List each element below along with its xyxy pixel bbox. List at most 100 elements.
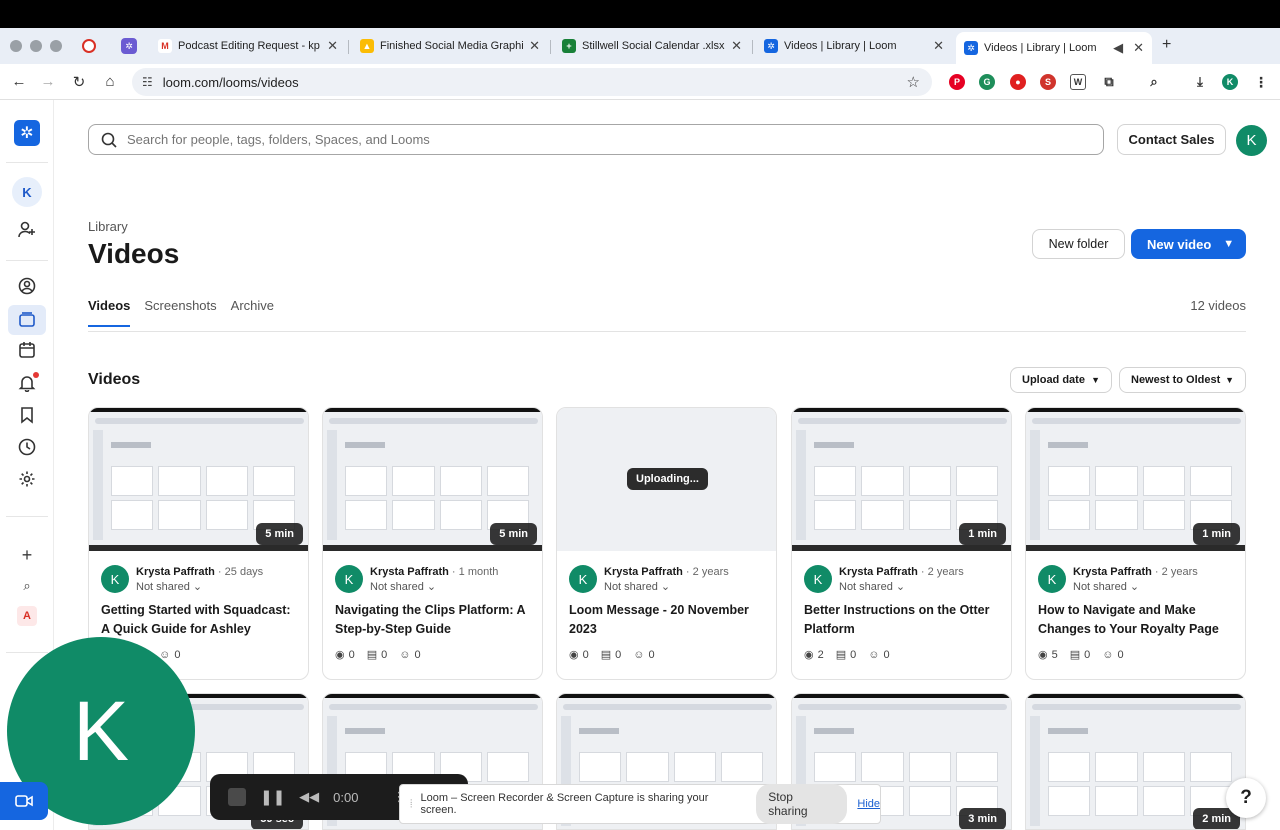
stop-sharing-button[interactable]: Stop sharing <box>756 784 848 824</box>
search-input[interactable] <box>127 132 1027 147</box>
sidebar-item-library[interactable] <box>8 305 46 335</box>
notifications-bell-icon[interactable] <box>15 371 39 395</box>
duration-badge: 1 min <box>1193 523 1240 545</box>
tab-search-icon[interactable]: ⌕ <box>1146 74 1162 90</box>
reload-icon[interactable]: ↻ <box>70 73 88 91</box>
share-status-dropdown[interactable]: Not shared ⌄ <box>604 580 670 593</box>
share-status-dropdown[interactable]: Not shared ⌄ <box>839 580 905 593</box>
comments-icon: ▤ <box>600 649 612 661</box>
settings-gear-icon[interactable] <box>15 467 39 491</box>
tab-loom-videos[interactable]: ✲ Videos | Library | Loom ✕ <box>756 32 952 60</box>
video-title[interactable]: Navigating the Clips Platform: A Step-by… <box>335 601 535 639</box>
camera-icon[interactable] <box>0 782 48 820</box>
page-title: Videos <box>88 238 180 269</box>
video-thumbnail[interactable]: 1 min <box>792 408 1011 551</box>
pause-icon[interactable]: ❚❚ <box>260 788 285 806</box>
video-card[interactable]: Uploading... K Krysta Paffrath · 2 years No… <box>556 407 777 680</box>
share-status-dropdown[interactable]: Not shared ⌄ <box>1073 580 1139 593</box>
browser-menu-icon[interactable]: ⋮ <box>1253 74 1269 90</box>
workspace-avatar[interactable]: K <box>12 177 42 207</box>
search-icon[interactable]: ⌕ <box>15 574 39 598</box>
word-extension-icon[interactable]: W <box>1070 74 1086 90</box>
tab-videos[interactable]: Videos <box>88 298 131 327</box>
tab-screenshots[interactable]: Screenshots <box>144 298 216 327</box>
tab-podcast-editing[interactable]: M Podcast Editing Request - kp ✕ <box>150 32 346 60</box>
close-icon[interactable]: ✕ <box>529 38 540 54</box>
forward-icon[interactable]: → <box>39 73 57 90</box>
video-card[interactable]: 2 min <box>1025 693 1246 830</box>
calendar-icon[interactable] <box>15 338 39 362</box>
video-card[interactable]: 5 min K Krysta Paffrath · 1 month Not share… <box>322 407 543 680</box>
video-title[interactable]: Better Instructions on the Otter Platfor… <box>804 601 1004 639</box>
video-stats: ◉ 2 ▤ 0 ☺ 0 <box>804 648 890 662</box>
stop-recording-button[interactable] <box>228 788 246 806</box>
breadcrumb[interactable]: Library <box>88 219 128 234</box>
loom-logo-icon[interactable]: ✲ <box>14 120 40 146</box>
tab-archive[interactable]: Archive <box>231 298 274 327</box>
close-icon[interactable]: ✕ <box>731 38 742 54</box>
notification-dot <box>33 372 39 378</box>
video-title[interactable]: How to Navigate and Make Changes to Your… <box>1038 601 1238 639</box>
tab-social-calendar[interactable]: + Stillwell Social Calendar .xlsx ✕ <box>554 32 750 60</box>
back-icon[interactable]: ← <box>10 73 28 90</box>
pinterest-extension-icon[interactable]: P <box>949 74 965 90</box>
tab-finished-social-media[interactable]: ▲ Finished Social Media Graphic ✕ <box>352 32 548 60</box>
bookmark-star-icon[interactable]: ☆ <box>907 73 920 91</box>
sort-field-dropdown[interactable]: Upload date ▼ <box>1010 367 1112 393</box>
tab-loom-videos-active[interactable]: ✲ Videos | Library | Loom ◀ ✕ <box>956 32 1152 64</box>
chevron-down-icon: ⌄ <box>426 581 437 593</box>
extensions-puzzle-icon[interactable]: ⧉ <box>1101 74 1117 90</box>
video-title[interactable]: Loom Message - 20 November 2023 <box>569 601 769 639</box>
sort-order-dropdown[interactable]: Newest to Oldest ▼ <box>1119 367 1246 393</box>
profile-avatar[interactable]: K <box>1222 74 1238 90</box>
new-folder-button[interactable]: New folder <box>1032 229 1125 259</box>
reactions-emoji-icon: ☺ <box>633 648 645 661</box>
history-clock-icon[interactable] <box>15 435 39 459</box>
hide-link[interactable]: Hide <box>857 798 880 810</box>
grammarly-extension-icon[interactable]: G <box>979 74 995 90</box>
video-card[interactable]: 1 min K Krysta Paffrath · 2 years Not share… <box>791 407 1012 680</box>
close-icon[interactable]: ✕ <box>327 38 338 54</box>
invite-user-icon[interactable] <box>15 218 39 242</box>
address-bar[interactable]: ☷ loom.com/looms/videos ☆ <box>132 68 932 96</box>
screen-share-banner: ⦙ Loom – Screen Recorder & Screen Captur… <box>399 784 881 824</box>
window-controls[interactable] <box>10 40 62 52</box>
video-thumbnail[interactable]: 5 min <box>89 408 308 551</box>
search-bar[interactable] <box>88 124 1104 155</box>
share-status-dropdown[interactable]: Not shared ⌄ <box>136 580 202 593</box>
comments-icon: ▤ <box>366 649 378 661</box>
close-icon[interactable]: ✕ <box>933 38 944 54</box>
video-thumbnail[interactable]: 1 min <box>1026 408 1245 551</box>
new-video-button[interactable]: New video ▼ <box>1131 229 1246 259</box>
extension-icon[interactable]: S <box>1040 74 1056 90</box>
bookmark-icon[interactable] <box>15 403 39 427</box>
chevron-down-icon[interactable]: ▼ <box>1223 238 1234 250</box>
share-status-dropdown[interactable]: Not shared ⌄ <box>370 580 436 593</box>
new-tab-icon[interactable]: + <box>1162 36 1171 54</box>
video-thumbnail[interactable]: 2 min <box>1026 694 1245 829</box>
site-settings-icon[interactable]: ☷ <box>142 75 153 89</box>
download-icon[interactable]: ⤓ <box>1192 74 1208 90</box>
help-button[interactable]: ? <box>1226 778 1266 818</box>
workspace-a-avatar[interactable]: A <box>17 606 37 626</box>
video-title[interactable]: Getting Started with Squadcast: A Quick … <box>101 601 301 639</box>
contact-sales-button[interactable]: Contact Sales <box>1117 124 1226 155</box>
chevron-down-icon: ▼ <box>1091 375 1100 385</box>
user-avatar[interactable]: K <box>1236 125 1267 156</box>
profile-icon[interactable] <box>15 274 39 298</box>
close-icon[interactable]: ✕ <box>1133 40 1144 56</box>
home-icon[interactable]: ⌂ <box>101 73 119 90</box>
record-extension-icon[interactable] <box>82 39 96 53</box>
speaker-icon[interactable]: ◀ <box>1113 40 1123 56</box>
restart-icon[interactable]: ◀◀ <box>299 789 319 805</box>
drag-handle-icon[interactable]: ⦙ <box>410 798 412 811</box>
views-eye-icon: ◉ <box>804 649 814 661</box>
loom-tab-group-icon[interactable]: ✲ <box>121 38 137 54</box>
video-thumbnail[interactable]: Uploading... <box>557 408 776 551</box>
video-thumbnail[interactable]: 5 min <box>323 408 542 551</box>
video-stats: ◉ 0 ▤ 0 ☺ 0 <box>335 648 421 662</box>
adblock-extension-icon[interactable]: ● <box>1010 74 1026 90</box>
comments-icon: ▤ <box>835 649 847 661</box>
video-card[interactable]: 1 min K Krysta Paffrath · 2 years Not share… <box>1025 407 1246 680</box>
add-icon[interactable]: + <box>15 543 39 567</box>
